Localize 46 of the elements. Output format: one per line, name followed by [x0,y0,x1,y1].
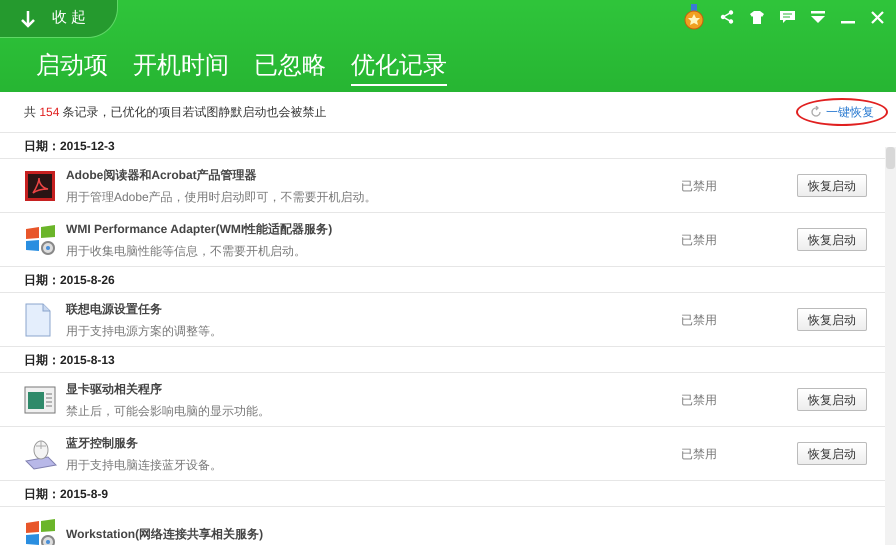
date-heading: 日期：2015-8-9 [24,486,108,502]
collapse-button[interactable]: 收 起 [0,0,118,38]
date-heading: 日期：2015-8-13 [24,352,115,368]
close-icon[interactable] [871,10,884,24]
pdf-icon [24,170,56,202]
menu-icon[interactable] [811,10,825,24]
item-title: WMI Performance Adapter(WMI性能适配器服务) [66,220,334,238]
document-icon [24,302,52,336]
tab[interactable]: 开机时间 [133,50,229,86]
status-text: 已禁用 [681,446,718,462]
refresh-icon [810,106,822,118]
item-description: 用于收集电脑性能等信息，不需要开机启动。 [66,242,307,260]
share-icon[interactable] [720,10,734,24]
item-description: 用于支持电源方案的调整等。 [66,322,223,340]
item-description: 用于支持电脑连接蓝牙设备。 [66,456,223,474]
restore-button[interactable]: 恢复启动 [797,228,867,251]
shirt-icon[interactable] [750,10,764,24]
summary-text: 共 154 条记录，已优化的项目若试图静默启动也会被禁止 [24,104,327,121]
restore-button[interactable]: 恢复启动 [797,388,867,411]
restore-button[interactable]: 恢复启动 [797,308,867,331]
arrow-down-icon [20,10,36,28]
item-description: 禁止后，可能会影响电脑的显示功能。 [66,402,271,420]
windows-logo-icon [24,222,58,256]
restore-all-link[interactable]: 一键恢复 [796,98,888,126]
tab[interactable]: 启动项 [36,50,108,86]
window-icon [24,386,56,414]
item-title: 联想电源设置任务 [66,300,163,318]
tab[interactable]: 已忽略 [254,50,326,86]
item-title: 显卡驱动相关程序 [66,380,163,398]
date-heading: 日期：2015-12-3 [24,138,115,154]
restore-button[interactable]: 恢复启动 [797,174,867,197]
status-text: 已禁用 [681,392,718,408]
medal-icon[interactable] [684,4,704,30]
scrollbar-thumb[interactable] [886,147,895,169]
windows-logo-icon [24,516,58,545]
status-text: 已禁用 [681,232,718,248]
restore-button[interactable]: 恢复启动 [797,442,867,465]
status-text: 已禁用 [681,312,718,328]
tab[interactable]: 优化记录 [351,50,447,86]
item-description: 用于管理Adobe产品，使用时启动即可，不需要开机启动。 [66,188,378,206]
item-title: Workstation(网络连接共享相关服务) [66,526,264,542]
status-text: 已禁用 [681,178,718,194]
item-title: 蓝牙控制服务 [66,434,139,452]
item-title: Adobe阅读器和Acrobat产品管理器 [66,166,258,184]
message-icon[interactable] [780,10,795,24]
date-heading: 日期：2015-8-26 [24,272,115,288]
